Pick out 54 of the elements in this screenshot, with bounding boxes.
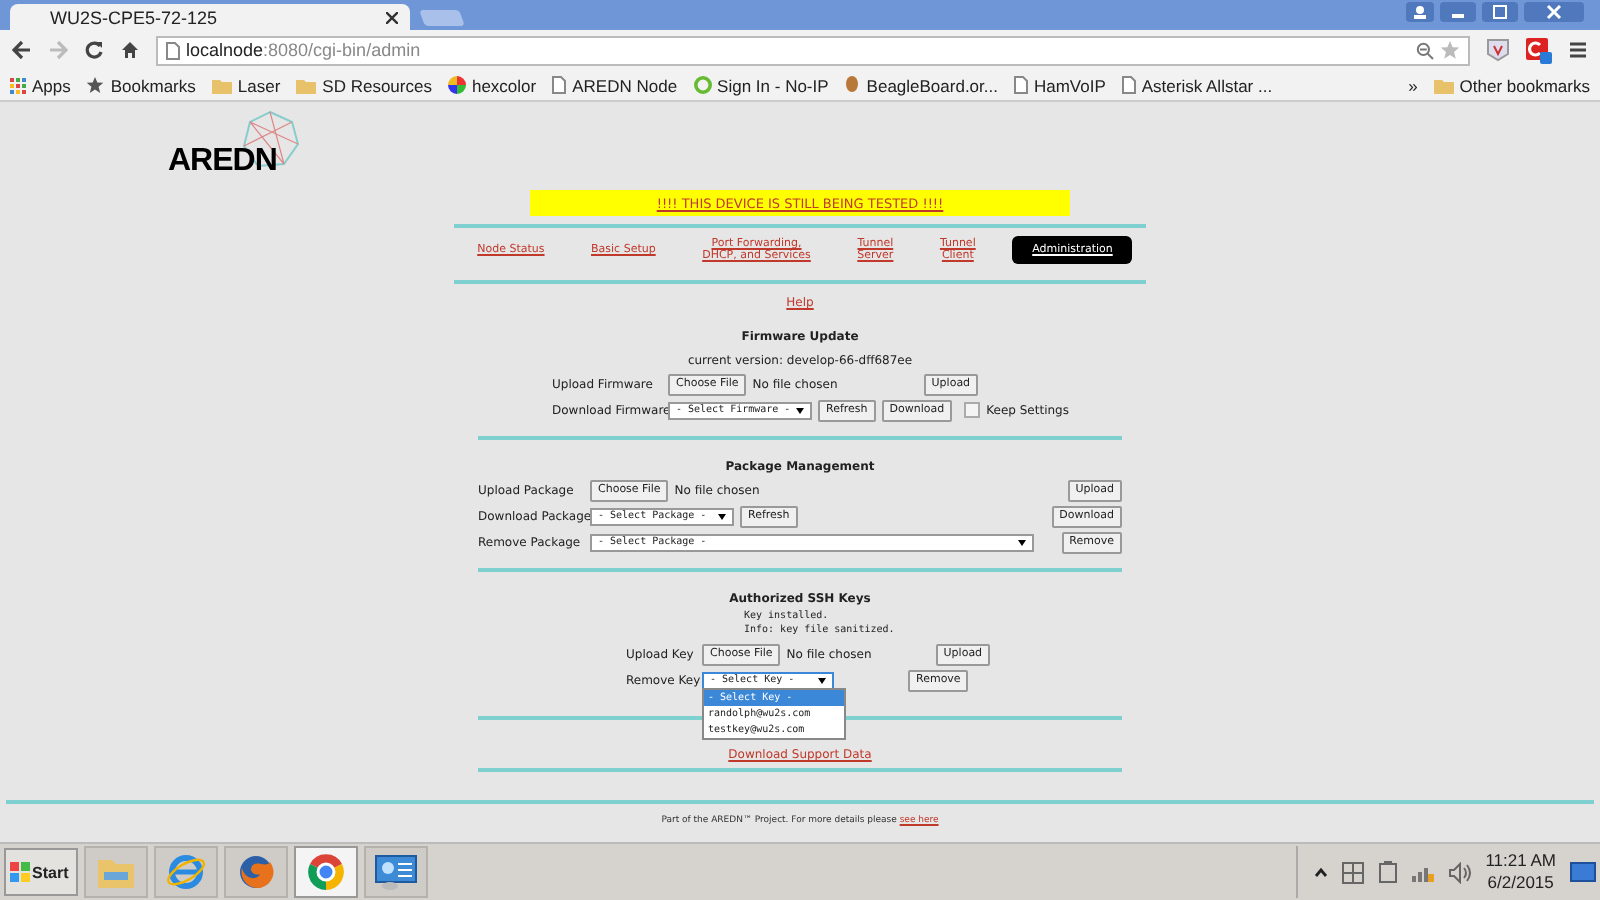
keep-settings-checkbox[interactable]: [964, 402, 981, 418]
reload-icon[interactable]: [84, 40, 104, 60]
fox-globe-icon: [236, 852, 276, 892]
bookmark-item[interactable]: Asterisk Allstar ...: [1121, 75, 1273, 95]
apps-grid-icon: [10, 77, 26, 93]
color-wheel-icon: [447, 76, 466, 94]
minimize-icon[interactable]: [1440, 2, 1476, 22]
bookmark-item[interactable]: Laser: [211, 75, 281, 95]
signal-icon[interactable]: [1411, 862, 1434, 882]
back-icon[interactable]: [12, 40, 32, 60]
extension-icon[interactable]: [1526, 37, 1552, 63]
page-icon: [1013, 76, 1028, 94]
start-button[interactable]: Start: [4, 848, 78, 896]
clock[interactable]: 11:21 AM 6/2/2015: [1485, 850, 1556, 894]
menu-icon[interactable]: [1568, 40, 1588, 60]
star-icon[interactable]: [1440, 40, 1460, 60]
bookmark-item[interactable]: Apps: [10, 75, 71, 95]
chrome-icon: [306, 852, 346, 892]
browser-tab[interactable]: WU2S-CPE5-72-125: [10, 4, 410, 30]
home-icon[interactable]: [120, 40, 140, 60]
page-icon: [552, 76, 567, 94]
page-icon: [1121, 76, 1136, 94]
bookmark-item[interactable]: SD Resources: [296, 75, 432, 95]
address-bar[interactable]: localnode:8080/cgi-bin/admin: [156, 35, 1470, 65]
chevron-up-icon[interactable]: [1313, 865, 1328, 879]
folder-icon: [296, 77, 317, 93]
star-icon: [86, 76, 105, 94]
control-panel-icon: [374, 852, 418, 892]
taskbar-app[interactable]: [364, 846, 428, 898]
restore-icon[interactable]: [1482, 2, 1518, 22]
windows-flag-icon[interactable]: [1341, 861, 1364, 883]
taskbar-app[interactable]: [224, 846, 288, 898]
other-bookmarks-item[interactable]: Other bookmarks: [1433, 75, 1590, 95]
bookmark-item[interactable]: BeagleBoard.or...: [844, 75, 998, 95]
page-icon: [166, 41, 180, 59]
more-bookmarks-button[interactable]: »: [1408, 75, 1418, 95]
aredn-logo: AREDN: [168, 110, 304, 186]
zoom-icon[interactable]: [1416, 41, 1434, 59]
user-icon[interactable]: [1406, 2, 1434, 22]
bookmark-item[interactable]: Sign In - No-IP: [693, 75, 829, 95]
bookmark-item[interactable]: hexcolor: [447, 75, 537, 95]
browser-e-icon: [166, 852, 206, 892]
windows-logo-icon: [10, 862, 30, 882]
bookmark-item[interactable]: AREDN Node: [552, 75, 678, 95]
taskbar-app[interactable]: [294, 846, 358, 898]
battery-icon[interactable]: [1377, 860, 1398, 884]
bookmark-item[interactable]: Bookmarks: [86, 75, 196, 95]
folder-icon: [1433, 77, 1454, 93]
extension-icon[interactable]: [1486, 38, 1510, 62]
close-icon[interactable]: [386, 11, 398, 23]
folder-icon: [96, 854, 136, 890]
speaker-icon[interactable]: [1447, 861, 1472, 883]
folder-icon: [211, 77, 232, 93]
bookmark-item[interactable]: HamVoIP: [1013, 75, 1106, 95]
